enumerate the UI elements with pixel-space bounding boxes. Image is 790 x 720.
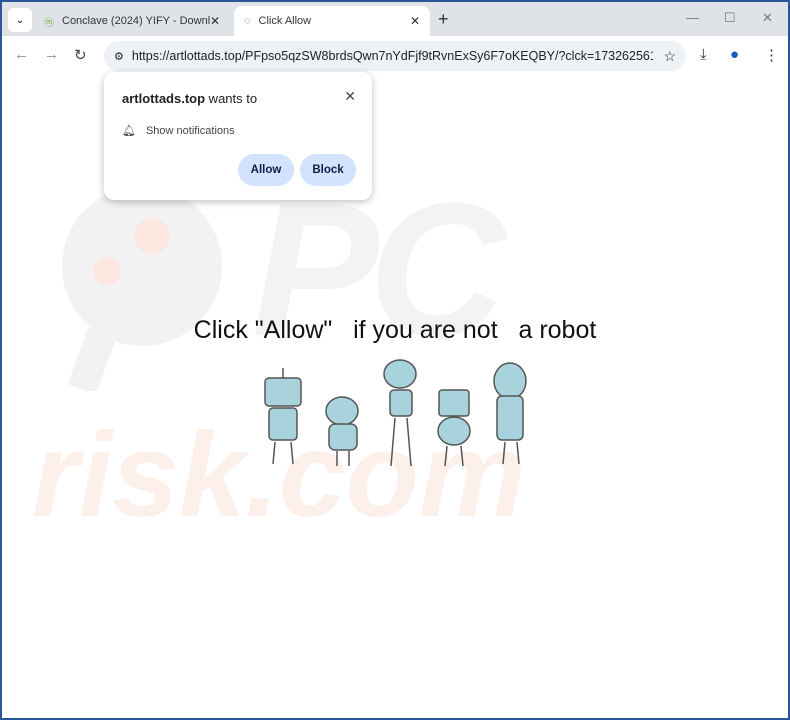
watermark-magnifier <box>62 186 222 391</box>
maximize-icon[interactable]: ☐ <box>724 10 736 26</box>
robot-4 <box>437 389 471 467</box>
tab-search-button[interactable]: ⌄ <box>8 8 32 32</box>
close-popup-icon[interactable]: ✕ <box>344 88 356 105</box>
permission-row: 🔔︎ Show notifications <box>122 124 235 138</box>
forward-icon[interactable]: → <box>44 46 59 63</box>
tab-click-allow[interactable]: ◌ Click Allow ✕ <box>234 6 430 36</box>
close-tab-icon[interactable]: ✕ <box>210 14 220 28</box>
bell-icon: 🔔︎ <box>122 125 136 137</box>
browser-window: ⌄ ⓜ Conclave (2024) YIFY - Download ✕ ◌ … <box>2 2 788 718</box>
popup-site: artlottads.top <box>122 91 206 106</box>
robot-3 <box>383 359 417 467</box>
close-window-icon[interactable]: ✕ <box>762 10 773 26</box>
loading-icon: ◌ <box>244 15 251 27</box>
bookmark-star-icon[interactable]: ☆ <box>663 48 676 65</box>
toolbar: ← → ↻ ⚙ https://artlottads.top/PFpso5qzS… <box>2 36 788 76</box>
close-tab-icon[interactable]: ✕ <box>410 14 420 28</box>
block-button[interactable]: Block <box>300 154 356 186</box>
tab-bar: ⌄ ⓜ Conclave (2024) YIFY - Download ✕ ◌ … <box>2 2 788 36</box>
address-bar[interactable]: ⚙ https://artlottads.top/PFpso5qzSW8brds… <box>104 41 686 71</box>
menu-icon[interactable]: ⋮ <box>764 46 779 64</box>
robot-5 <box>493 362 527 465</box>
url-text[interactable]: https://artlottads.top/PFpso5qzSW8brdsQw… <box>132 49 654 63</box>
reload-icon[interactable]: ↻ <box>74 46 87 64</box>
popup-wants-to: wants to <box>205 91 258 106</box>
back-icon[interactable]: ← <box>14 46 29 63</box>
profile-icon[interactable]: ● <box>730 46 739 63</box>
tab-title: Conclave (2024) YIFY - Download <box>62 15 210 27</box>
yify-icon: ⓜ <box>44 17 54 29</box>
download-icon[interactable]: ⤓ <box>700 46 707 63</box>
robot-1 <box>264 368 302 465</box>
allow-button[interactable]: Allow <box>238 154 294 186</box>
tab-title: Click Allow <box>258 15 312 27</box>
robot-2 <box>325 396 359 466</box>
headline: Click "Allow" if you are not a robot <box>193 316 597 344</box>
notification-permission-popup: artlottads.top wants to ✕ 🔔︎ Show notific… <box>104 72 372 200</box>
tab-conclave[interactable]: ⓜ Conclave (2024) YIFY - Download ✕ <box>34 6 230 36</box>
robots-illustration <box>264 359 527 467</box>
permission-label: Show notifications <box>145 124 235 137</box>
popup-title: artlottads.top wants to <box>122 91 257 106</box>
minimize-icon[interactable]: — <box>686 10 699 25</box>
site-info-icon[interactable]: ⚙ <box>114 50 124 63</box>
new-tab-button[interactable]: + <box>438 9 449 30</box>
